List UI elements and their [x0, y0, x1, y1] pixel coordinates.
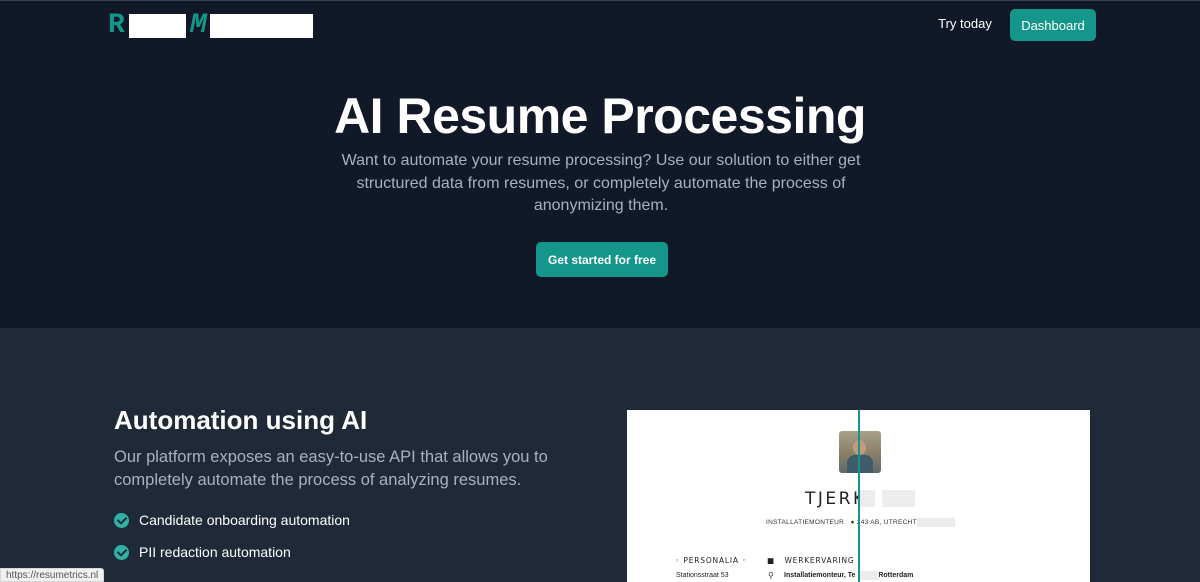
logo-letter-m: M [190, 10, 207, 41]
experience-line: Installatiemonteur, Te, Rotterdam [784, 572, 914, 579]
logo-redaction-1 [129, 14, 186, 38]
redacted-block [882, 490, 915, 507]
hero-title: AI Resume Processing [334, 88, 866, 144]
hero-section: R M Try today Dashboard AI Resume Proces… [0, 0, 1200, 328]
redacted-block [859, 490, 875, 507]
experience-heading: ■ WERKERVARING [767, 556, 855, 565]
personalia-heading: ◦ PERSONALIA ◦ [675, 556, 748, 565]
timeline-icon: ⚲ [768, 571, 774, 580]
scan-line [858, 410, 860, 582]
top-border [0, 0, 1200, 1]
candidate-photo [839, 431, 881, 473]
feature-item: Candidate onboarding automation [114, 512, 350, 528]
address-line: Stationsstraat 53 [676, 572, 729, 579]
feature-item: PII redaction automation [114, 544, 291, 560]
logo[interactable]: R M [108, 10, 318, 41]
hero-subtitle: Want to automate your resume processing?… [341, 152, 861, 214]
resume-preview: TJERK INSTALLATIEMONTEUR ● 243 AB, UTREC… [627, 410, 1090, 582]
feature-label: PII redaction automation [139, 544, 291, 560]
section-title: Automation using AI [114, 405, 368, 435]
briefcase-icon: ■ [767, 556, 775, 565]
redacted-block [917, 518, 955, 527]
get-started-button[interactable]: Get started for free [536, 242, 668, 277]
logo-letter-r: R [108, 10, 125, 41]
try-today-link[interactable]: Try today [934, 16, 996, 32]
location-pin-icon: ● [850, 519, 855, 526]
job-title: INSTALLATIEMONTEUR [766, 519, 845, 526]
logo-redaction-2 [210, 14, 313, 38]
feature-label: Candidate onboarding automation [139, 512, 350, 528]
dashboard-button[interactable]: Dashboard [1010, 9, 1096, 41]
redacted-block [860, 571, 879, 580]
section-description: Our platform exposes an easy-to-use API … [114, 448, 548, 489]
check-circle-icon [114, 512, 129, 528]
candidate-meta: INSTALLATIEMONTEUR ● 243 AB, UTRECHT ✆ [766, 518, 929, 527]
location-text: 243 AB, UTRECHT [856, 519, 917, 526]
check-circle-icon [114, 544, 129, 560]
status-bar-url: https://resumetrics.nl [0, 568, 105, 582]
